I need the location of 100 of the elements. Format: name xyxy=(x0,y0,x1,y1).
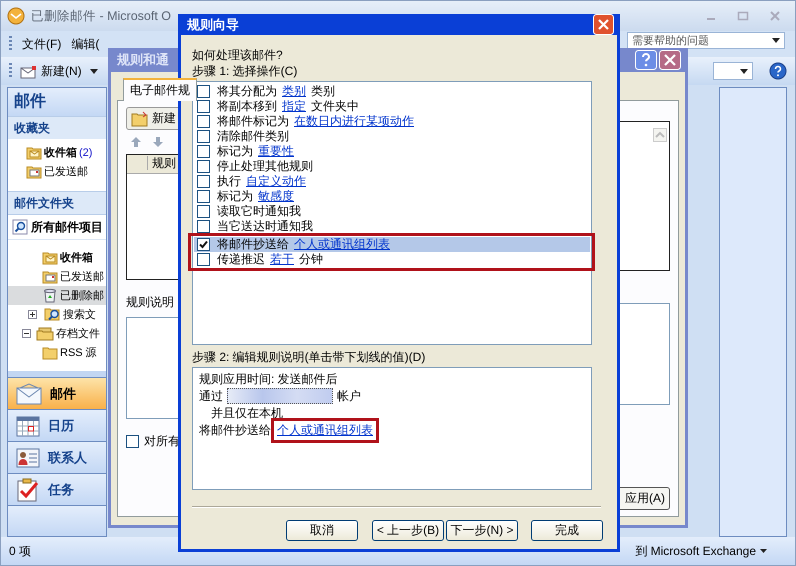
dropdown-arrow-icon[interactable] xyxy=(772,38,780,43)
menu-item[interactable]: 文件(F) xyxy=(22,36,62,52)
connection-status[interactable]: 到 Microsoft Exchange xyxy=(635,542,756,560)
action-text: 传递推迟 xyxy=(217,252,265,267)
action-row[interactable]: 传递推迟 若干 分钟 xyxy=(194,252,590,267)
action-text: 标记为 xyxy=(217,189,253,204)
link[interactable]: 指定 xyxy=(282,99,306,114)
status-item-count: 0 项 xyxy=(9,542,32,560)
tab[interactable]: 电子邮件规 xyxy=(123,78,197,101)
dialog-button[interactable]: 下一步(N) > xyxy=(446,520,518,541)
action-text: 类别 xyxy=(311,84,335,99)
action-row[interactable]: 标记为 敏感度 xyxy=(194,189,590,204)
action-text: 当它送达时通知我 xyxy=(217,219,313,234)
dropdown-arrow-icon[interactable] xyxy=(760,549,767,553)
dropdown-field[interactable] xyxy=(713,62,753,80)
window-title: 已删除邮件 - Microsoft O xyxy=(31,8,172,24)
description-text: 并且仅在本机 xyxy=(211,404,283,422)
folder-stack-icon xyxy=(36,326,54,340)
nav-button[interactable]: 邮件 xyxy=(8,377,106,409)
folder-item[interactable]: 搜索文 xyxy=(8,305,106,324)
rule-description-label: 规则说明 xyxy=(126,294,175,311)
dialog-button[interactable]: 完成 xyxy=(531,520,603,541)
action-row[interactable]: 标记为 重要性 xyxy=(194,144,590,159)
checkbox[interactable] xyxy=(197,175,210,188)
link[interactable]: 重要性 xyxy=(258,144,294,159)
action-text: 清除邮件类别 xyxy=(217,129,289,144)
action-row[interactable]: 读取它时通知我 xyxy=(194,204,590,219)
dialog-button[interactable]: < 上一步(B) xyxy=(372,520,444,541)
folder-item[interactable]: 收件箱 xyxy=(8,248,106,267)
action-row[interactable]: 当它送达时通知我 xyxy=(194,219,590,234)
collapse-icon[interactable] xyxy=(22,329,31,338)
checkbox[interactable] xyxy=(197,253,210,266)
checkbox[interactable] xyxy=(197,205,210,218)
dialog-title: 规则向导 xyxy=(187,16,239,34)
calendar-icon xyxy=(16,414,40,436)
new-button[interactable]: 新建(N) xyxy=(18,60,84,82)
folder-item[interactable]: 已发送邮 xyxy=(8,162,106,181)
dialog-title: 规则和通 xyxy=(117,51,169,69)
checkbox[interactable] xyxy=(197,85,210,98)
inbox-folder-icon xyxy=(42,250,58,264)
action-text: 将邮件抄送给 xyxy=(217,237,289,252)
sent-folder-icon xyxy=(26,164,42,178)
sent-folder-icon xyxy=(42,270,58,284)
action-text: 分钟 xyxy=(299,252,323,267)
pane-header: 邮件 xyxy=(8,88,106,116)
action-text: 文件夹中 xyxy=(311,99,359,114)
folder-item[interactable]: 存档文件 xyxy=(8,324,106,343)
folder-icon xyxy=(131,110,149,126)
checkbox-label: 对所有 xyxy=(144,433,180,450)
link[interactable]: 类别 xyxy=(282,84,306,99)
help-icon[interactable] xyxy=(769,62,787,80)
folder-icon xyxy=(42,346,58,360)
nav-button[interactable]: 联系人 xyxy=(8,441,106,473)
step-label: 步骤 1: 选择操作(C) xyxy=(192,63,298,79)
description-text: 规则应用时间: 发送邮件后 xyxy=(199,370,338,388)
envelope-icon xyxy=(16,382,42,404)
folder-item[interactable]: RSS 源 xyxy=(8,343,106,362)
checkbox[interactable] xyxy=(197,238,210,251)
checkbox[interactable] xyxy=(197,145,210,158)
checkbox[interactable] xyxy=(126,435,139,448)
action-row[interactable]: 将邮件抄送给 个人或通讯组列表 xyxy=(194,237,590,252)
checkbox[interactable] xyxy=(197,100,210,113)
action-text: 标记为 xyxy=(217,144,253,159)
link[interactable]: 自定义动作 xyxy=(246,174,306,189)
caret-icon[interactable] xyxy=(90,68,98,74)
menu-item[interactable]: 编辑( xyxy=(71,36,100,52)
search-folder-icon xyxy=(44,307,61,322)
all-mail-items-row[interactable]: 所有邮件项目 xyxy=(8,214,106,240)
expand-icon[interactable] xyxy=(28,310,37,319)
action-text: 将其分配为 xyxy=(217,84,277,99)
nav-button[interactable]: 日历 xyxy=(8,409,106,441)
column-header[interactable]: 规则 xyxy=(147,156,176,170)
link[interactable]: 在数日内进行某项动作 xyxy=(294,114,414,129)
new-mail-icon xyxy=(20,63,38,79)
action-row[interactable]: 停止处理其他规则 xyxy=(194,159,590,174)
checkbox[interactable] xyxy=(197,130,210,143)
description-text: 将邮件抄送给 xyxy=(199,422,271,438)
dialog-button[interactable]: 取消 xyxy=(286,520,358,541)
folder-item[interactable]: 已发送邮 xyxy=(8,267,106,286)
action-row[interactable]: 将其分配为 类别 类别 xyxy=(194,84,590,99)
action-row[interactable]: 清除邮件类别 xyxy=(194,129,590,144)
dropdown-arrow-icon[interactable] xyxy=(740,68,748,74)
checkbox[interactable] xyxy=(197,190,210,203)
link[interactable]: 敏感度 xyxy=(258,189,294,204)
action-row[interactable]: 执行 自定义动作 xyxy=(194,174,590,189)
section-header: 邮件文件夹 xyxy=(8,191,106,214)
help-search-field[interactable]: 需要帮助的问题 xyxy=(627,32,785,49)
nav-button[interactable]: 任务 xyxy=(8,473,106,505)
folder-item[interactable]: 收件箱 (2) xyxy=(8,143,106,162)
description-text: 通过 xyxy=(199,388,223,404)
checkbox[interactable] xyxy=(197,160,210,173)
checkbox[interactable] xyxy=(197,220,210,233)
link[interactable]: 个人或通讯组列表 xyxy=(294,237,390,252)
description-text: 帐户 xyxy=(337,388,361,404)
action-text: 将邮件标记为 xyxy=(217,114,289,129)
inbox-folder-icon xyxy=(26,146,42,160)
folder-item[interactable]: 已删除邮 xyxy=(8,286,106,305)
checkbox[interactable] xyxy=(197,115,210,128)
link[interactable]: 若干 xyxy=(270,252,294,267)
question-text: 如何处理该邮件? xyxy=(192,47,284,63)
